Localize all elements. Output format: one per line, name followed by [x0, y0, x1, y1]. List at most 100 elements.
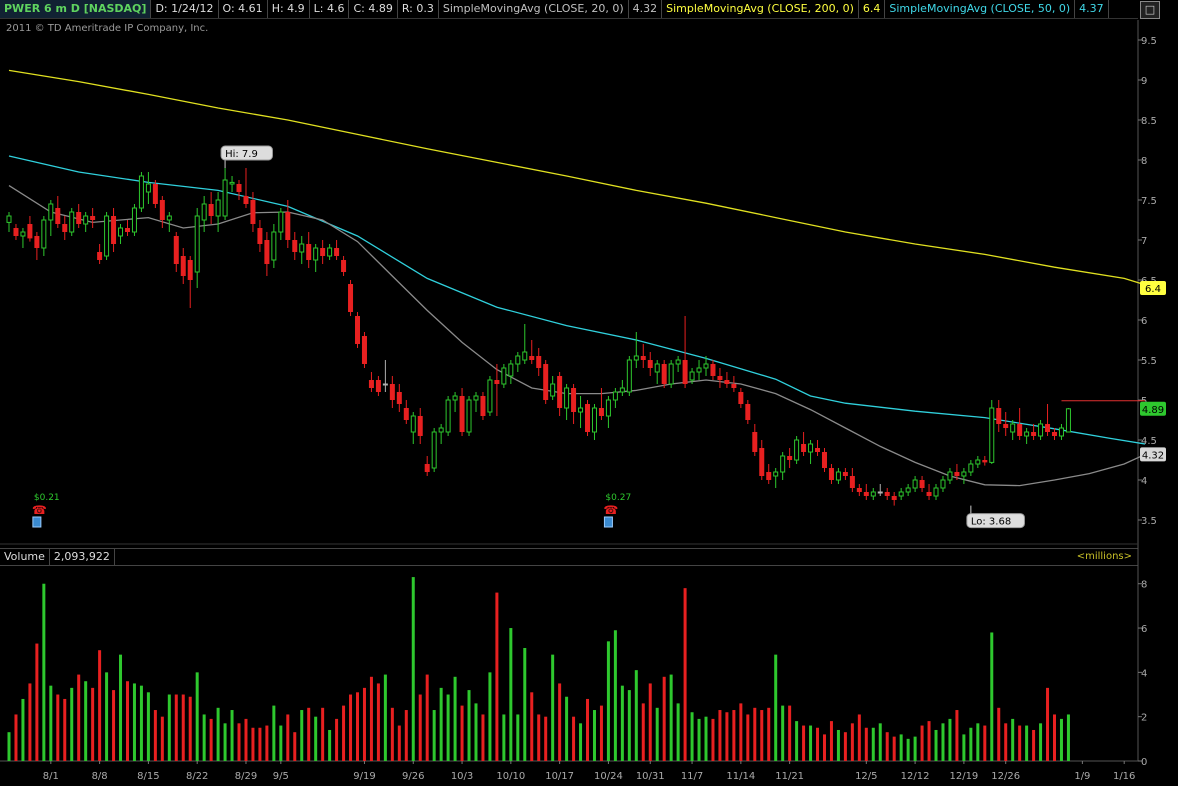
- price-tick-label: 3.5: [1141, 516, 1157, 527]
- maximize-icon: □: [1144, 3, 1156, 16]
- candle-body: [118, 227, 124, 237]
- candle-body: [410, 415, 416, 433]
- grid: [0, 20, 1139, 762]
- candle-body: [292, 240, 298, 252]
- date-tick-label: 11/21: [775, 771, 804, 782]
- sma200-label[interactable]: SimpleMovingAvg (CLOSE, 200, 0): [662, 0, 859, 18]
- candle-body: [710, 364, 716, 376]
- candle-body: [145, 183, 151, 193]
- candle-body: [236, 184, 242, 192]
- volume-bar: [885, 732, 889, 761]
- price-tick-label: 5: [1141, 396, 1147, 407]
- volume-bar: [70, 687, 74, 761]
- candle-body: [1058, 427, 1064, 437]
- sma200-line: [8, 69, 1146, 286]
- candle-body: [264, 240, 270, 264]
- volume-bar: [335, 718, 339, 761]
- candle-body: [815, 448, 821, 452]
- candle-body: [83, 215, 89, 225]
- volume-bar: [21, 698, 25, 761]
- candle-body: [375, 380, 381, 392]
- volume-bar: [718, 710, 722, 761]
- candle-body: [661, 364, 667, 384]
- volume-bar: [767, 707, 771, 761]
- volume-bar: [948, 718, 952, 761]
- volume-bar: [899, 734, 903, 761]
- volume-bar: [209, 718, 213, 761]
- volume-bar: [42, 583, 46, 761]
- volume-bar: [216, 707, 220, 761]
- price-tick-label: 6.5: [1141, 276, 1157, 287]
- volume-bar: [690, 712, 694, 761]
- volume-bar: [230, 710, 234, 761]
- candle-body: [626, 359, 632, 393]
- volume-bar: [920, 725, 924, 761]
- candle-body: [738, 392, 744, 404]
- volume-bar: [788, 705, 792, 761]
- volume-bar: [146, 692, 150, 761]
- phone-icon: ☎: [603, 503, 618, 517]
- candle-body: [299, 243, 305, 253]
- candle-body: [438, 427, 444, 433]
- volume-bar: [502, 714, 506, 761]
- candle-body: [828, 468, 834, 480]
- candle-body: [724, 380, 730, 384]
- date-tick-label: 8/15: [137, 771, 159, 782]
- volume-tick-label: 4: [1141, 668, 1147, 679]
- volume-bar: [91, 687, 95, 761]
- volume-bar: [35, 643, 39, 761]
- volume-bar: [139, 685, 143, 761]
- sma20-line: [8, 185, 1146, 487]
- volume-bar: [781, 705, 785, 761]
- volume-bar: [669, 674, 673, 761]
- candle-body: [731, 384, 737, 388]
- symbol-label[interactable]: PWER 6 m D [NASDAQ]: [0, 0, 152, 18]
- volume-bar: [753, 707, 757, 761]
- volume-bar: [962, 734, 966, 761]
- candle-body: [591, 407, 597, 433]
- date-tick-label: 11/7: [681, 771, 703, 782]
- candle-body: [445, 399, 451, 433]
- date-tick-label: 10/10: [496, 771, 525, 782]
- volume-tick-label: 0: [1141, 757, 1147, 768]
- low-label: Lo: 3.68: [971, 517, 1011, 528]
- volume-bar: [98, 650, 102, 761]
- candle-body: [842, 472, 848, 476]
- volume-bar: [969, 727, 973, 761]
- volume-tick-label: 2: [1141, 713, 1147, 724]
- candle-body: [208, 204, 214, 216]
- candle-body: [459, 396, 465, 432]
- low-bubble: [966, 513, 1025, 529]
- dividend-label: $0.27: [605, 493, 631, 503]
- volume-bar: [683, 588, 687, 761]
- range-readout: R: 0.3: [398, 0, 439, 18]
- candle-body: [912, 479, 918, 489]
- maximize-button[interactable]: □: [1140, 1, 1160, 19]
- sma20-label[interactable]: SimpleMovingAvg (CLOSE, 20, 0): [439, 0, 629, 18]
- price-volume-chart[interactable]: 3.5 4 4.5 5 5.5 6 6.5 7 7.5 8 8.5 9 9.5 0 2 4 6 8 8/1 8/8 8/…: [0, 0, 1178, 786]
- candle-body: [619, 387, 625, 393]
- candle-body: [229, 181, 235, 185]
- volume-bar: [906, 738, 910, 761]
- candle-body: [529, 356, 535, 360]
- candle-body: [306, 244, 312, 260]
- candle-body: [334, 248, 340, 256]
- volume-bar: [342, 705, 346, 761]
- date-tick-label: 10/31: [636, 771, 665, 782]
- volume-units: <millions>: [1076, 551, 1132, 562]
- candle-body: [766, 472, 772, 480]
- candle-body: [361, 336, 367, 364]
- volume-bar: [934, 729, 938, 761]
- dividend-icon: [32, 516, 42, 528]
- volume-bar: [265, 725, 269, 761]
- volume-label[interactable]: Volume: [0, 549, 50, 565]
- volume-bar: [648, 683, 652, 761]
- volume-bar: [586, 698, 590, 761]
- candle-body: [870, 491, 876, 497]
- volume-bar: [467, 690, 471, 761]
- date-tick-label: 10/24: [594, 771, 623, 782]
- sma50-label[interactable]: SimpleMovingAvg (CLOSE, 50, 0): [885, 0, 1076, 18]
- candle-body: [62, 224, 68, 232]
- candle-body: [996, 408, 1002, 424]
- candle-body: [90, 216, 96, 220]
